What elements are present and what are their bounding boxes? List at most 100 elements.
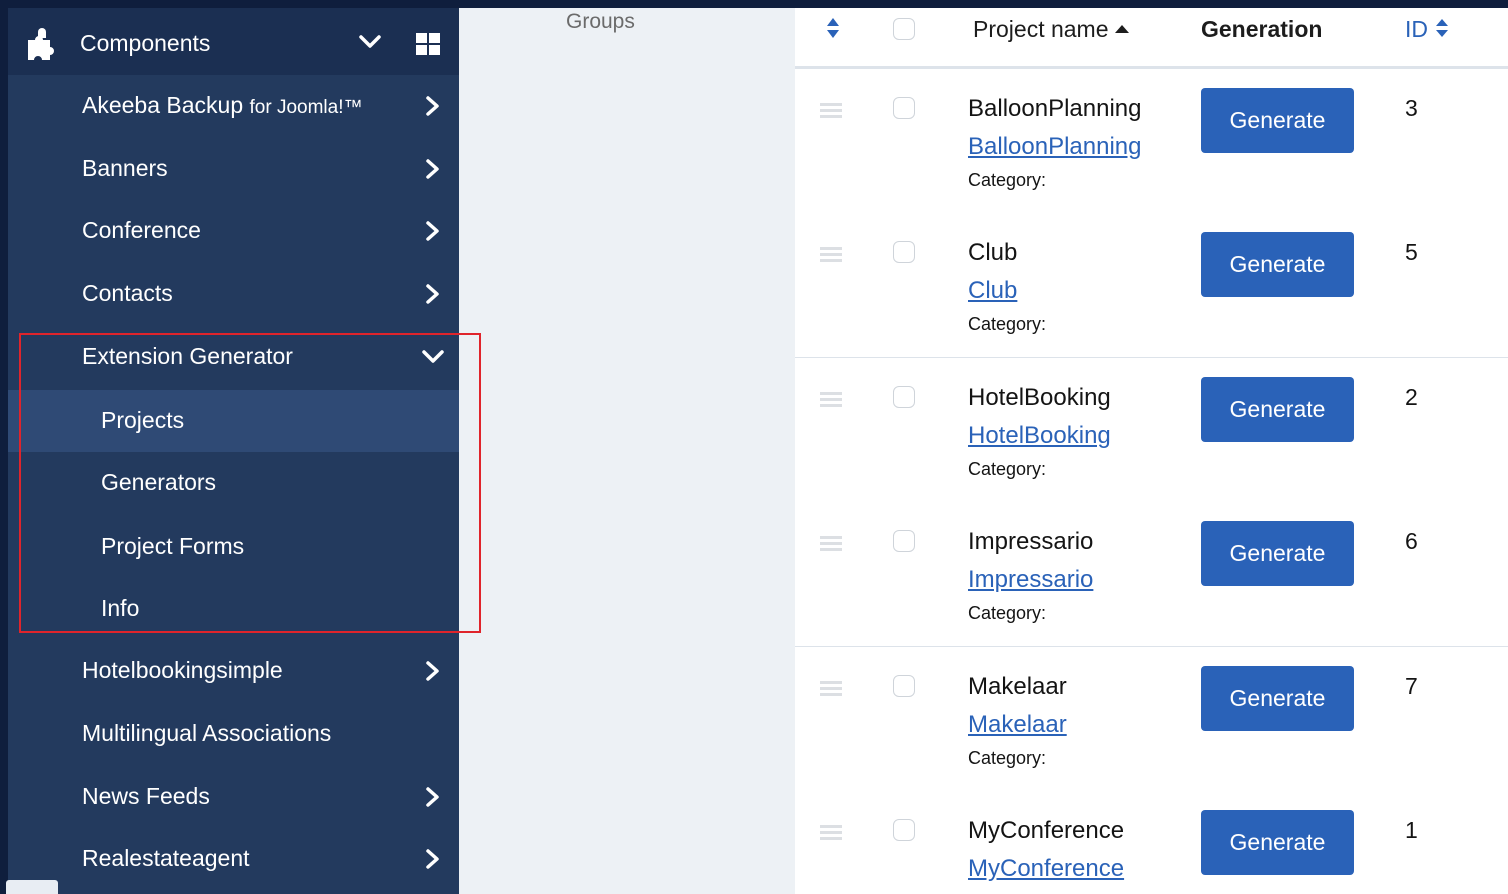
submenu-item-label: Projects [101,407,185,433]
column-generation: Generation [1201,16,1323,42]
submenu-item-label: Project Forms [101,533,245,559]
generate-button[interactable]: Generate [1201,521,1354,586]
sidebar-item-banners[interactable]: Banners [8,138,459,200]
column-project-name[interactable]: Project name [973,16,1129,43]
submenu-item-generators[interactable]: Generators [8,452,459,514]
dashboard-grid-icon[interactable] [415,32,441,56]
sidebar-item-news-feeds[interactable]: News Feeds [8,766,459,828]
project-link[interactable]: Club [968,277,1017,305]
table-row: Impressario Impressario Category: Generate 6 [795,502,1508,647]
submenu-item-project-forms[interactable]: Project Forms [8,516,459,578]
project-name: HotelBooking [968,384,1111,411]
chevron-down-icon [422,350,444,363]
chevron-right-icon [426,661,439,681]
project-name: Impressario [968,528,1094,555]
sidebar-item-contacts[interactable]: Contacts [8,263,459,325]
drag-handle-icon[interactable] [820,391,842,407]
generate-button[interactable]: Generate [1201,88,1354,153]
drag-handle-icon[interactable] [820,102,842,118]
ordering-sort-icon[interactable] [825,16,841,40]
sidebar-item-akeeba-backup[interactable]: Akeeba Backup for Joomla!™ [8,75,459,137]
drag-handle-icon[interactable] [820,246,842,262]
generate-button[interactable]: Generate [1201,232,1354,297]
chevron-right-icon [426,284,439,304]
sort-asc-icon [1114,25,1129,33]
drag-handle-icon[interactable] [820,824,842,840]
project-link[interactable]: MyConference [968,855,1124,883]
chevron-right-icon [426,787,439,807]
column-id[interactable]: ID [1405,16,1428,43]
table-row: Makelaar Makelaar Category: Generate 7 [795,647,1508,792]
project-id: 3 [1405,95,1418,121]
sidebar-item-text: Extension Generator [82,343,293,369]
table-row: BalloonPlanning BalloonPlanning Category: G… [795,69,1508,214]
sidebar-item-hotelbookingsimple[interactable]: Hotelbookingsimple [8,640,459,702]
project-link[interactable]: BalloonPlanning [968,133,1141,161]
sidebar-item-label: News Feeds [82,783,210,810]
filter-panel: Groups [459,8,795,894]
project-id: 1 [1405,817,1418,843]
project-name: Club [968,239,1018,266]
project-id: 7 [1405,673,1418,699]
drag-handle-icon[interactable] [820,535,842,551]
generate-button[interactable]: Generate [1201,810,1354,875]
sidebar-item-extension-generator[interactable]: Extension Generator [8,326,459,388]
drag-handle-icon[interactable] [820,680,842,696]
row-checkbox[interactable] [893,97,915,119]
table-row: MyConferenceMyConferenceCategory:Generat… [795,791,1508,894]
generate-button[interactable]: Generate [1201,666,1354,731]
category-label: Category: [968,459,1047,479]
table-header: Project name Generation ID [795,8,1508,69]
row-checkbox[interactable] [893,675,915,697]
sidebar-item-label: Conference [82,217,201,244]
sidebar-item-label: Extension Generator [82,343,293,370]
sidebar-item-label: Akeeba Backup for Joomla!™ [82,92,363,119]
generate-button[interactable]: Generate [1201,377,1354,442]
sidebar-item-realestateagent[interactable]: Realestateagent [8,828,459,890]
select-all-checkbox[interactable] [893,18,915,40]
groups-label: Groups [566,10,635,33]
sidebar-item-multilingual-associations[interactable]: Multilingual Associations [8,703,459,765]
project-link[interactable]: Makelaar [968,711,1067,739]
sidebar: Components Akeeba Backup for Joomla!™ Ban… [8,8,459,894]
row-checkbox[interactable] [893,386,915,408]
sidebar-item-text: Realestateagent [82,845,250,871]
project-name: MyConference [968,817,1125,844]
project-id: 5 [1405,239,1418,265]
row-checkbox[interactable] [893,819,915,841]
category-label: Category: [968,314,1047,334]
submenu-item-projects[interactable]: Projects [8,390,459,452]
sidebar-item-text: Akeeba Backup [82,92,244,118]
chevron-right-icon [426,96,439,116]
project-link[interactable]: Impressario [968,566,1093,594]
row-checkbox[interactable] [893,241,915,263]
sidebar-item-label: Banners [82,155,168,182]
submenu-item-label: Generators [101,469,217,495]
chevron-right-icon [426,849,439,869]
sidebar-item-label: Contacts [82,280,173,307]
sidebar-item-text: News Feeds [82,783,210,809]
column-project-name-label: Project name [973,16,1109,42]
project-id: 6 [1405,528,1418,554]
category-label: Category: [968,170,1047,190]
submenu-item-info[interactable]: Info [8,578,459,640]
projects-table: Project name Generation ID BalloonPlanni… [795,8,1508,894]
sidebar-item-label: Hotelbookingsimple [82,657,283,684]
sidebar-item-label: Multilingual Associations [82,720,331,747]
table-row: Club Club Category: Generate 5 [795,213,1508,358]
id-sort-icon[interactable] [1435,17,1449,39]
project-link[interactable]: HotelBooking [968,422,1111,450]
toggle-menu-icon[interactable] [6,880,58,894]
row-checkbox[interactable] [893,530,915,552]
sidebar-item-text: Conference [82,217,201,243]
chevron-down-icon[interactable] [358,32,382,52]
chevron-right-icon [426,159,439,179]
sidebar-item-conference[interactable]: Conference [8,200,459,262]
sidebar-item-text: Multilingual Associations [82,720,332,746]
sidebar-item-text: Banners [82,155,168,181]
components-header[interactable]: Components [8,8,459,75]
category-label: Category: [968,603,1047,623]
project-name: BalloonPlanning [968,95,1142,122]
category-label: Category: [968,748,1047,768]
puzzle-icon [28,28,54,60]
